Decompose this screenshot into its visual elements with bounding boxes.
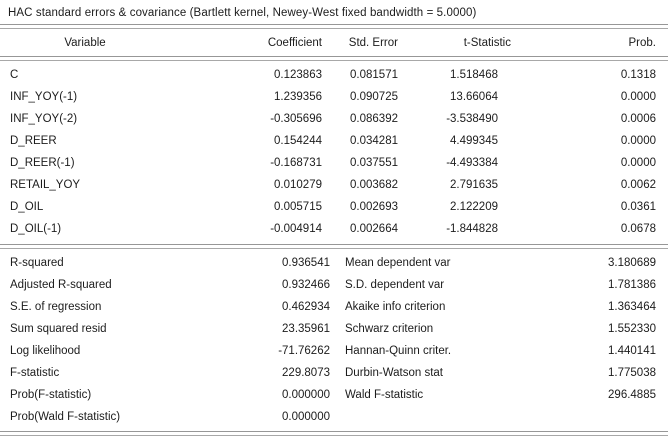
table-row: D_OIL(-1) -0.004914 0.002664 -1.844828 0…	[0, 218, 668, 240]
std-error-cell: 0.034281	[322, 135, 398, 147]
t-statistic-cell: 13.66064	[398, 91, 498, 103]
column-header-coefficient: Coefficient	[228, 37, 322, 49]
std-error-cell: 0.086392	[322, 113, 398, 125]
table-row: D_OIL 0.005715 0.002693 2.122209 0.0361	[0, 196, 668, 218]
prob-cell: 0.1318	[498, 69, 656, 81]
variable-cell: D_OIL(-1)	[10, 223, 228, 235]
stat-label: Sum squared resid	[10, 323, 230, 335]
prob-cell: 0.0062	[498, 179, 656, 191]
coefficient-cell: 1.239356	[228, 91, 322, 103]
std-error-cell: 0.090725	[322, 91, 398, 103]
table-row: D_REER 0.154244 0.034281 4.499345 0.0000	[0, 130, 668, 152]
coefficient-cell: -0.004914	[228, 223, 322, 235]
stat-value: 0.932466	[230, 279, 330, 291]
column-header-variable: Variable	[10, 37, 160, 49]
std-error-cell: 0.002664	[322, 223, 398, 235]
coefficient-cell: 0.005715	[228, 201, 322, 213]
variable-cell: INF_YOY(-1)	[10, 91, 228, 103]
stat-label: Akaike info criterion	[330, 301, 545, 313]
summary-row: Log likelihood -71.76262 Hannan-Quinn cr…	[0, 340, 668, 362]
table-row: C 0.123863 0.081571 1.518468 0.1318	[0, 64, 668, 86]
stat-value: 3.180689	[545, 257, 656, 269]
variable-cell: C	[10, 69, 228, 81]
table-header-row: Variable Coefficient Std. Error t-Statis…	[0, 29, 668, 56]
stat-value: 1.775038	[545, 367, 656, 379]
table-row: INF_YOY(-2) -0.305696 0.086392 -3.538490…	[0, 108, 668, 130]
coefficient-cell: -0.168731	[228, 157, 322, 169]
std-error-cell: 0.081571	[322, 69, 398, 81]
stat-value: 0.000000	[230, 389, 330, 401]
t-statistic-cell: 2.122209	[398, 201, 498, 213]
column-header-std-error: Std. Error	[322, 37, 398, 49]
stat-value: 296.4885	[545, 389, 656, 401]
stat-value: 1.440141	[545, 345, 656, 357]
stat-label: Durbin-Watson stat	[330, 367, 545, 379]
regression-output-table: HAC standard errors & covariance (Bartle…	[0, 0, 668, 432]
column-header-prob: Prob.	[498, 37, 656, 49]
prob-cell: 0.0000	[498, 157, 656, 169]
stat-value: 1.363464	[545, 301, 656, 313]
summary-statistics-section: R-squared 0.936541 Mean dependent var 3.…	[0, 249, 668, 431]
stat-value: 229.8073	[230, 367, 330, 379]
stat-value: 1.552330	[545, 323, 656, 335]
stat-label: Schwarz criterion	[330, 323, 545, 335]
summary-row: R-squared 0.936541 Mean dependent var 3.…	[0, 252, 668, 274]
summary-row: Adjusted R-squared 0.932466 S.D. depende…	[0, 274, 668, 296]
variable-cell: D_REER	[10, 135, 228, 147]
table-caption: HAC standard errors & covariance (Bartle…	[0, 0, 668, 24]
t-statistic-cell: 2.791635	[398, 179, 498, 191]
stat-label: S.D. dependent var	[330, 279, 545, 291]
variable-cell: INF_YOY(-2)	[10, 113, 228, 125]
prob-cell: 0.0361	[498, 201, 656, 213]
t-statistic-cell: -1.844828	[398, 223, 498, 235]
stat-label: Prob(F-statistic)	[10, 389, 230, 401]
column-header-t-statistic: t-Statistic	[411, 37, 511, 49]
variable-cell: D_OIL	[10, 201, 228, 213]
table-row: INF_YOY(-1) 1.239356 0.090725 13.66064 0…	[0, 86, 668, 108]
coefficient-cell: 0.154244	[228, 135, 322, 147]
stat-value: 0.936541	[230, 257, 330, 269]
prob-cell: 0.0678	[498, 223, 656, 235]
prob-cell: 0.0000	[498, 135, 656, 147]
coefficient-cell: 0.123863	[228, 69, 322, 81]
stat-label: Hannan-Quinn criter.	[330, 345, 545, 357]
coefficient-cell: -0.305696	[228, 113, 322, 125]
coefficient-section: C 0.123863 0.081571 1.518468 0.1318 INF_…	[0, 61, 668, 244]
stat-label: Mean dependent var	[330, 257, 545, 269]
stat-value: 0.000000	[230, 411, 330, 423]
t-statistic-cell: 1.518468	[398, 69, 498, 81]
stat-label: R-squared	[10, 257, 230, 269]
coefficient-cell: 0.010279	[228, 179, 322, 191]
stat-label: F-statistic	[10, 367, 230, 379]
std-error-cell: 0.002693	[322, 201, 398, 213]
prob-cell: 0.0000	[498, 91, 656, 103]
t-statistic-cell: 4.499345	[398, 135, 498, 147]
summary-row: Prob(Wald F-statistic) 0.000000	[0, 406, 668, 428]
stat-value: -71.76262	[230, 345, 330, 357]
table-row: D_REER(-1) -0.168731 0.037551 -4.493384 …	[0, 152, 668, 174]
variable-cell: D_REER(-1)	[10, 157, 228, 169]
stat-value: 1.781386	[545, 279, 656, 291]
prob-cell: 0.0006	[498, 113, 656, 125]
stat-label: Prob(Wald F-statistic)	[10, 411, 230, 423]
stat-label: Wald F-statistic	[330, 389, 545, 401]
table-row: RETAIL_YOY 0.010279 0.003682 2.791635 0.…	[0, 174, 668, 196]
stat-value: 23.35961	[230, 323, 330, 335]
stat-label: Adjusted R-squared	[10, 279, 230, 291]
variable-cell: RETAIL_YOY	[10, 179, 228, 191]
summary-row: S.E. of regression 0.462934 Akaike info …	[0, 296, 668, 318]
stat-label: Log likelihood	[10, 345, 230, 357]
t-statistic-cell: -4.493384	[398, 157, 498, 169]
std-error-cell: 0.037551	[322, 157, 398, 169]
summary-row: Sum squared resid 23.35961 Schwarz crite…	[0, 318, 668, 340]
stat-label: S.E. of regression	[10, 301, 230, 313]
t-statistic-cell: -3.538490	[398, 113, 498, 125]
std-error-cell: 0.003682	[322, 179, 398, 191]
stat-value: 0.462934	[230, 301, 330, 313]
summary-row: F-statistic 229.8073 Durbin-Watson stat …	[0, 362, 668, 384]
summary-row: Prob(F-statistic) 0.000000 Wald F-statis…	[0, 384, 668, 406]
